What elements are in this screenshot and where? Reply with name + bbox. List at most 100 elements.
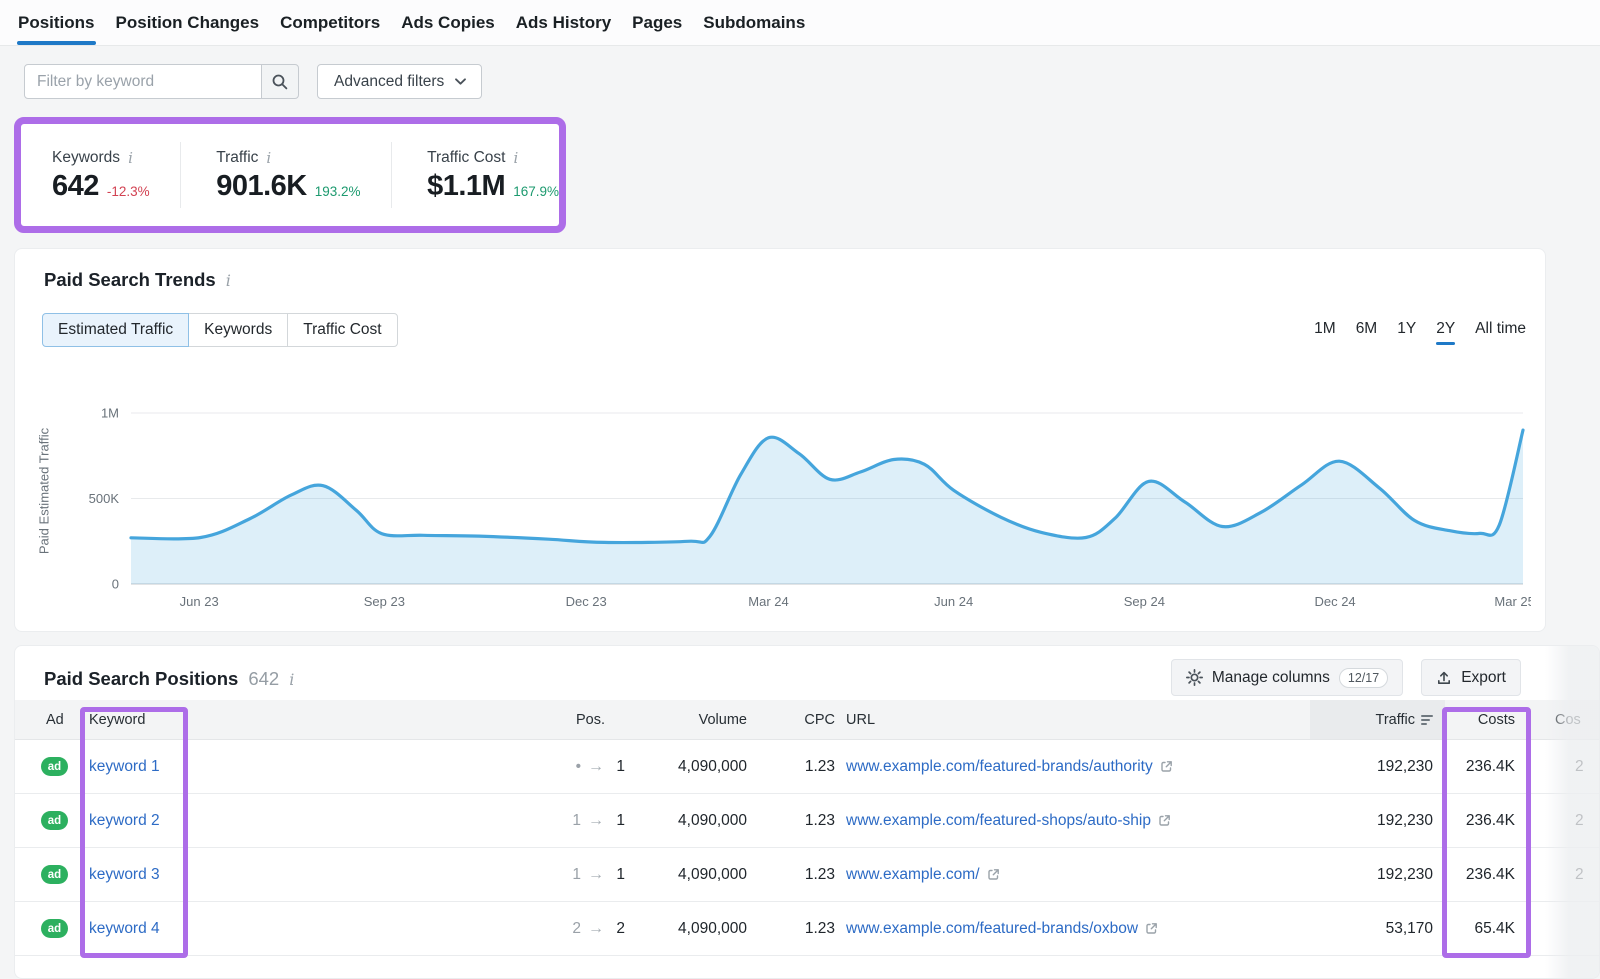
external-link-icon[interactable] [987, 868, 1000, 881]
ad-badge[interactable]: ad [41, 865, 68, 884]
svg-text:0: 0 [112, 577, 119, 592]
export-label: Export [1461, 669, 1506, 687]
range-1m[interactable]: 1M [1314, 320, 1336, 338]
external-link-icon[interactable] [1145, 922, 1158, 935]
header-ad: Ad [15, 700, 75, 739]
volume-cell: 4,090,000 [645, 902, 775, 955]
svg-text:1M: 1M [101, 406, 119, 421]
header-traffic-label: Traffic [1376, 712, 1415, 728]
info-icon[interactable]: i [513, 149, 518, 167]
trend-tab-traffic-cost[interactable]: Traffic Cost [287, 313, 397, 347]
ad-badge[interactable]: ad [41, 919, 68, 938]
svg-text:Jun 24: Jun 24 [934, 594, 973, 609]
trends-title: Paid Search Trends [44, 269, 216, 291]
url-link[interactable]: www.example.com/featured-brands/authorit… [846, 758, 1153, 776]
manage-columns-label: Manage columns [1212, 669, 1330, 687]
volume-cell: 4,090,000 [645, 794, 775, 847]
range-2y[interactable]: 2Y [1436, 320, 1455, 338]
info-icon[interactable]: i [226, 271, 231, 290]
header-keyword: Keyword [75, 700, 545, 739]
columns-count-badge: 12/17 [1339, 668, 1388, 688]
search-button[interactable] [261, 64, 299, 99]
range-all-time[interactable]: All time [1475, 320, 1526, 338]
filter-row: Advanced filters [0, 46, 1600, 104]
positions-count: 642 [248, 668, 279, 690]
trend-tab-estimated-traffic[interactable]: Estimated Traffic [42, 313, 189, 347]
external-link-icon[interactable] [1158, 814, 1171, 827]
keyword-link[interactable]: keyword 4 [89, 920, 160, 938]
url-link[interactable]: www.example.com/featured-shops/auto-ship [846, 812, 1151, 830]
export-button[interactable]: Export [1421, 659, 1521, 696]
paid-search-trends-card: Paid Search Trends i Estimated Traffic K… [14, 248, 1546, 632]
costs-cell: 236.4K [1445, 848, 1543, 901]
position-previous: 2 [569, 920, 581, 938]
table-row: ad keyword 1 •→1 4,090,000 1.23 www.exam… [15, 740, 1599, 794]
tab-pages[interactable]: Pages [631, 0, 683, 45]
header-costs: Costs [1445, 700, 1543, 739]
header-pos: Pos. [545, 700, 645, 739]
keyword-link[interactable]: keyword 1 [89, 758, 160, 776]
header-url: URL [845, 700, 1310, 739]
header-cpc: CPC [775, 700, 845, 739]
header-traffic-sorted[interactable]: Traffic [1310, 700, 1445, 739]
stat-keywords: Keywordsi 642 -12.3% [21, 139, 150, 211]
keyword-filter-input[interactable] [24, 64, 262, 99]
url-link[interactable]: www.example.com/ [846, 866, 980, 884]
position-current: 1 [611, 866, 625, 884]
header-costs-pct-truncated: Cos [1543, 700, 1600, 739]
positions-title: Paid Search Positions [44, 668, 238, 690]
advanced-filters-label: Advanced filters [334, 73, 444, 91]
costs-pct-cell-truncated: 2 [1543, 794, 1600, 847]
costs-pct-cell-truncated: 2 [1543, 740, 1600, 793]
ad-badge[interactable]: ad [41, 811, 68, 830]
svg-text:Dec 24: Dec 24 [1314, 594, 1355, 609]
header-volume: Volume [645, 700, 775, 739]
paid-search-positions-card: Paid Search Positions 642 i Manage colum… [14, 645, 1600, 979]
stat-traffic-value: 901.6K [216, 172, 307, 201]
table-row: ad keyword 3 1→1 4,090,000 1.23 www.exam… [15, 848, 1599, 902]
cpc-cell: 1.23 [775, 740, 845, 793]
sort-descending-icon [1421, 715, 1433, 725]
info-icon[interactable]: i [128, 149, 133, 167]
gear-icon [1186, 669, 1203, 686]
trend-chart-svg: 1M500K0Jun 23Sep 23Dec 23Mar 24Jun 24Sep… [31, 391, 1531, 616]
table-row: ad keyword 4 2→2 4,090,000 1.23 www.exam… [15, 902, 1599, 956]
tab-positions[interactable]: Positions [17, 0, 96, 45]
info-icon[interactable]: i [266, 149, 271, 167]
ad-badge[interactable]: ad [41, 757, 68, 776]
svg-text:Sep 24: Sep 24 [1124, 594, 1165, 609]
url-link[interactable]: www.example.com/featured-brands/oxbow [846, 920, 1138, 938]
keyword-link[interactable]: keyword 2 [89, 812, 160, 830]
arrow-right-icon: → [588, 866, 604, 884]
costs-cell: 236.4K [1445, 740, 1543, 793]
costs-pct-cell-truncated: 2 [1543, 848, 1600, 901]
svg-text:Mar 24: Mar 24 [748, 594, 788, 609]
cpc-cell: 1.23 [775, 902, 845, 955]
traffic-cell: 53,170 [1310, 902, 1445, 955]
range-6m[interactable]: 6M [1356, 320, 1378, 338]
keyword-link[interactable]: keyword 3 [89, 866, 160, 884]
manage-columns-button[interactable]: Manage columns 12/17 [1171, 659, 1403, 696]
trend-tab-keywords[interactable]: Keywords [188, 313, 288, 347]
table-header-row: Ad Keyword Pos. Volume CPC URL Traffic C… [15, 700, 1599, 740]
stat-keywords-value: 642 [52, 172, 99, 201]
volume-cell: 4,090,000 [645, 848, 775, 901]
tab-competitors[interactable]: Competitors [279, 0, 381, 45]
tab-ads-copies[interactable]: Ads Copies [400, 0, 496, 45]
external-link-icon[interactable] [1160, 760, 1173, 773]
trend-chart[interactable]: 1M500K0Jun 23Sep 23Dec 23Mar 24Jun 24Sep… [31, 391, 1531, 616]
tab-position-changes[interactable]: Position Changes [115, 0, 261, 45]
advanced-filters-button[interactable]: Advanced filters [317, 64, 482, 99]
tab-ads-history[interactable]: Ads History [515, 0, 612, 45]
stat-traffic-cost: Traffic Costi $1.1M 167.9% [403, 139, 559, 211]
svg-text:Mar 25: Mar 25 [1494, 594, 1531, 609]
chevron-down-icon [455, 78, 466, 85]
info-icon[interactable]: i [289, 670, 294, 689]
range-1y[interactable]: 1Y [1397, 320, 1416, 338]
tab-subdomains[interactable]: Subdomains [702, 0, 806, 45]
stat-traffic-cost-label: Traffic Cost [427, 149, 505, 167]
stat-traffic-change: 193.2% [315, 184, 361, 199]
divider [180, 142, 181, 208]
stat-traffic-cost-value: $1.1M [427, 172, 505, 201]
position-previous: • [569, 758, 581, 776]
